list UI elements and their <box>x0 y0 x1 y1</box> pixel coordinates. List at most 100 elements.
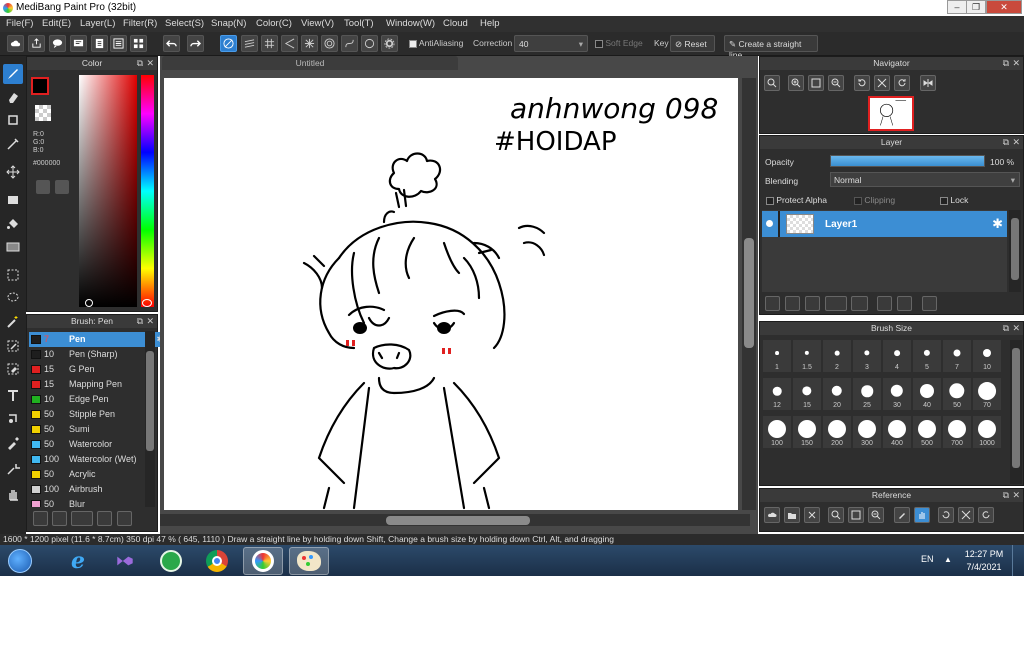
hand-tool-icon[interactable] <box>3 484 23 504</box>
reference-zoom-out-icon[interactable] <box>868 507 884 523</box>
menu-cloud[interactable]: Cloud <box>443 18 468 29</box>
language-indicator[interactable]: EN <box>921 554 934 564</box>
menu-snap[interactable]: Snap(N) <box>211 18 246 29</box>
horizontal-scroll-thumb[interactable] <box>386 516 530 525</box>
new-8bit-layer-icon[interactable] <box>805 296 820 311</box>
menu-filter[interactable]: Filter(R) <box>123 18 157 29</box>
chrome-icon[interactable] <box>197 547 237 575</box>
horizontal-scrollbar[interactable] <box>160 514 750 526</box>
add-brush-icon[interactable] <box>33 511 48 526</box>
correction-select[interactable]: 40 ▾ <box>514 35 588 52</box>
brush-size-option[interactable]: 30 <box>883 378 911 410</box>
brush-size-option[interactable]: 40 <box>913 378 941 410</box>
reference-close-icon[interactable] <box>804 507 820 523</box>
primary-color-swatch[interactable] <box>31 77 49 95</box>
clipping-toggle[interactable]: Clipping <box>854 195 895 205</box>
menu-window[interactable]: Window(W) <box>386 18 435 29</box>
brush-size-scrollbar[interactable] <box>1010 340 1022 484</box>
gear-icon[interactable]: ✱ <box>992 216 1003 232</box>
lock-toggle[interactable]: Lock <box>940 195 968 205</box>
tray-up-arrow-icon[interactable]: ▲ <box>944 555 952 564</box>
snap-off-icon[interactable] <box>220 35 237 52</box>
undock-icon[interactable]: ⧉ <box>1003 489 1009 502</box>
brush-size-option[interactable]: 1000 <box>973 416 1001 448</box>
soft-edge-toggle[interactable]: Soft Edge <box>595 38 643 48</box>
brush-size-option[interactable]: 400 <box>883 416 911 448</box>
start-button[interactable] <box>2 547 38 575</box>
brush-folder-icon[interactable] <box>97 511 112 526</box>
internet-explorer-icon[interactable]: e <box>58 547 98 575</box>
magic-wand-icon[interactable] <box>3 312 23 332</box>
actual-size-icon[interactable] <box>874 75 890 91</box>
fill-rect-tool-icon[interactable] <box>3 190 23 210</box>
menu-select[interactable]: Select(S) <box>165 18 204 29</box>
menu-tool[interactable]: Tool(T) <box>344 18 374 29</box>
eraser-tool-icon[interactable] <box>3 87 23 107</box>
brush-size-option[interactable]: 2 <box>823 340 851 372</box>
reference-actual-size-icon[interactable] <box>958 507 974 523</box>
flip-horizontal-icon[interactable] <box>920 75 936 91</box>
document-icon[interactable] <box>91 35 108 52</box>
lasso-tool-icon[interactable] <box>3 288 23 308</box>
layer-row[interactable]: Layer1 ✱ <box>762 211 1007 237</box>
vertical-scroll-thumb[interactable] <box>744 238 754 348</box>
brush-size-option[interactable]: 700 <box>943 416 971 448</box>
parallel-snap-icon[interactable] <box>241 35 258 52</box>
eye-visibility-icon[interactable] <box>766 220 773 227</box>
brush-size-option[interactable]: 25 <box>853 378 881 410</box>
share-icon[interactable] <box>28 35 45 52</box>
merge-layer-icon[interactable] <box>897 296 912 311</box>
clipping-checkbox[interactable] <box>854 196 862 205</box>
clock[interactable]: 12:27 PM 7/4/2021 <box>962 548 1006 574</box>
brush-menu-icon[interactable] <box>71 511 93 526</box>
navigator-thumbnail[interactable] <box>868 96 914 131</box>
medibang-taskbar-icon[interactable] <box>243 547 283 575</box>
add-layer-menu-icon[interactable] <box>825 296 847 311</box>
reference-hand-icon[interactable] <box>914 507 930 523</box>
brush-size-option[interactable]: 1.5 <box>793 340 821 372</box>
concentric-snap-icon[interactable] <box>321 35 338 52</box>
document-tab[interactable]: Untitled <box>162 56 458 70</box>
close-panel-icon[interactable]: ✕ <box>146 57 154 70</box>
sv-picker-cursor[interactable] <box>85 299 93 307</box>
drawing-canvas[interactable]: anhnwong 098 #HOIDAP <box>164 78 738 510</box>
select-eraser-icon[interactable] <box>3 359 23 379</box>
show-desktop-button[interactable] <box>1012 545 1024 576</box>
move-tool-icon[interactable] <box>3 162 23 182</box>
brush-size-option[interactable]: 300 <box>853 416 881 448</box>
close-panel-icon[interactable]: ✕ <box>1012 136 1020 149</box>
brush-size-option[interactable]: 10 <box>973 340 1001 372</box>
close-button[interactable]: ✕ <box>986 0 1022 14</box>
reference-eyedropper-icon[interactable] <box>894 507 910 523</box>
duplicate-layer-icon[interactable] <box>877 296 892 311</box>
close-panel-icon[interactable]: ✕ <box>1012 57 1020 70</box>
reference-folder-icon[interactable] <box>784 507 800 523</box>
protect-alpha-checkbox[interactable] <box>766 196 774 205</box>
brush-size-option[interactable]: 500 <box>913 416 941 448</box>
visual-studio-icon[interactable] <box>105 547 145 575</box>
reference-rotate-right-icon[interactable] <box>978 507 994 523</box>
lock-checkbox[interactable] <box>940 196 948 205</box>
close-panel-icon[interactable]: ✕ <box>146 315 154 328</box>
speech-bubble-icon[interactable] <box>49 35 66 52</box>
reference-fit-icon[interactable] <box>848 507 864 523</box>
protect-alpha-toggle[interactable]: Protect Alpha <box>766 195 827 205</box>
reference-rotate-left-icon[interactable] <box>938 507 954 523</box>
vanishing-point-icon[interactable] <box>281 35 298 52</box>
menu-edit[interactable]: Edit(E) <box>42 18 71 29</box>
blending-select[interactable]: Normal ▾ <box>830 172 1020 187</box>
brush-size-option[interactable]: 50 <box>943 378 971 410</box>
saturation-value-picker[interactable] <box>79 75 137 307</box>
settings-gear-icon[interactable] <box>381 35 398 52</box>
brush-size-option[interactable]: 4 <box>883 340 911 372</box>
redo-icon[interactable] <box>187 35 204 52</box>
menu-view[interactable]: View(V) <box>301 18 334 29</box>
paint-taskbar-icon[interactable] <box>289 547 329 575</box>
menu-help[interactable]: Help <box>480 18 500 29</box>
folder-icon[interactable] <box>851 296 868 311</box>
antialiasing-toggle[interactable]: AntiAliasing <box>409 38 463 48</box>
dot-tool-icon[interactable] <box>3 110 23 130</box>
zoom-in-icon[interactable] <box>764 75 780 91</box>
undock-icon[interactable]: ⧉ <box>1003 57 1009 70</box>
new-halftone-layer-icon[interactable] <box>785 296 800 311</box>
